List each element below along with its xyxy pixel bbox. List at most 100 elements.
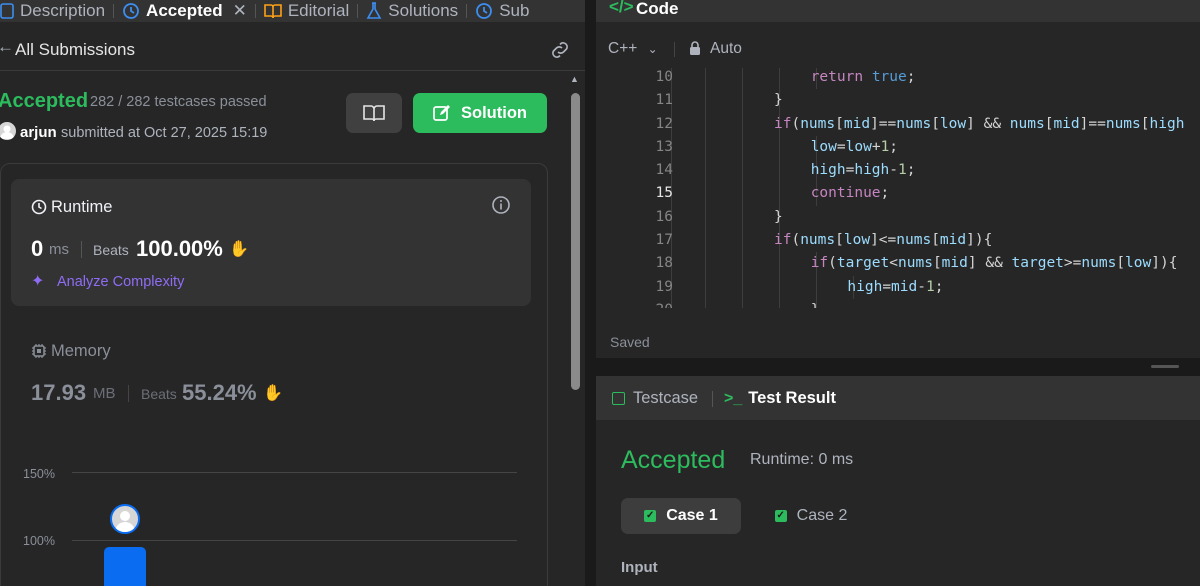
edit-icon — [433, 105, 450, 121]
code-line[interactable]: 19 high=mid-1; — [596, 275, 1200, 299]
code-line[interactable]: 16} — [596, 205, 1200, 230]
indent-guide — [742, 298, 743, 308]
solution-button[interactable]: Solution — [413, 93, 547, 133]
tab-testcase-label: Testcase — [633, 389, 699, 407]
memory-beats-value: 55.24% — [182, 380, 257, 405]
panel-resizer[interactable] — [585, 0, 596, 586]
indent-guide — [816, 275, 817, 299]
history-icon — [123, 3, 139, 19]
chart-bar[interactable] — [104, 547, 146, 586]
code-line[interactable]: 13 low=low+1; — [596, 135, 1200, 160]
user-icon — [0, 125, 14, 139]
submission-panel: Description Accepted ✕ Editorial Solutio… — [0, 0, 585, 586]
solution-button-label: Solution — [461, 103, 527, 122]
save-status: Saved — [610, 334, 650, 350]
analyze-complexity-link[interactable]: Analyze Complexity — [57, 274, 184, 290]
testcases-passed: 282 / 282 testcases passed — [90, 94, 267, 110]
code-line[interactable]: 15 continue; — [596, 182, 1200, 206]
tab-testcase[interactable]: Testcase — [612, 389, 698, 408]
tab-solutions[interactable]: Solutions — [358, 0, 466, 22]
chevron-down-icon: ⌄ — [647, 42, 658, 56]
code-title: Code — [636, 0, 679, 18]
tab-submissions-label: Sub — [499, 1, 530, 20]
horizontal-resizer[interactable] — [596, 358, 1200, 376]
all-submissions-link[interactable]: All Submissions — [15, 40, 135, 60]
indent-guide — [705, 135, 706, 160]
indent-guide — [742, 205, 743, 230]
lock-icon — [690, 41, 700, 55]
code-text: } — [774, 208, 783, 225]
indent-guide — [705, 159, 706, 183]
line-number: 12 — [655, 115, 673, 132]
indent-guide — [705, 275, 706, 299]
sparkle-icon: ✦ — [31, 273, 45, 290]
result-status: Accepted — [621, 446, 726, 474]
indent-guide — [742, 252, 743, 276]
left-tab-bar: Description Accepted ✕ Editorial Solutio… — [0, 0, 585, 22]
case-1-tab[interactable]: ✓ Case 1 — [621, 498, 741, 534]
code-line[interactable]: 12 if(nums[mid]==nums[low] && nums[mid]==… — [596, 112, 1200, 136]
indent-guide — [742, 275, 743, 299]
code-text: } — [774, 92, 783, 109]
case-2-tab[interactable]: ✓ Case 2 — [756, 498, 866, 534]
language-select[interactable]: C++ ⌄ — [608, 40, 658, 58]
scrollbar-thumb[interactable] — [571, 93, 580, 390]
code-line[interactable]: 17 if(nums[low]<=nums[mid]){ — [596, 229, 1200, 253]
code-line[interactable]: 18 if(target<nums[mid] && target>=nums[lo… — [596, 252, 1200, 276]
editorial-button[interactable] — [346, 93, 402, 133]
code-text: } — [811, 299, 820, 308]
book-icon — [363, 105, 385, 122]
line-number: 15 — [655, 185, 673, 202]
tab-solutions-label: Solutions — [388, 1, 459, 20]
memory-title[interactable]: Memory — [51, 342, 111, 361]
code-text: continue; — [810, 185, 890, 202]
document-icon — [0, 3, 14, 19]
line-number: 11 — [655, 92, 673, 109]
scroll-up-arrow[interactable]: ▲ — [570, 74, 579, 84]
line-number: 16 — [655, 208, 673, 225]
mode-label[interactable]: Auto — [710, 40, 742, 58]
bottom-tab-bar: Testcase >_ Test Result — [596, 376, 1200, 420]
close-tab-icon[interactable]: ✕ — [233, 1, 247, 21]
tab-accepted[interactable]: Accepted ✕ — [114, 0, 255, 22]
indent-guide — [779, 135, 780, 160]
your-submission-avatar[interactable] — [110, 504, 140, 534]
tab-description-label: Description — [20, 1, 106, 20]
book-icon — [264, 4, 282, 19]
resizer-handle — [1151, 365, 1179, 368]
tab-description[interactable]: Description — [0, 0, 113, 22]
line-number: 20 — [596, 299, 673, 308]
tool-divider — [674, 42, 675, 57]
tab-test-result[interactable]: >_ Test Result — [724, 389, 836, 408]
line-number: 17 — [655, 232, 673, 249]
submitter-username[interactable]: arjun — [20, 124, 57, 141]
memory-beats-label: Beats — [141, 386, 177, 402]
code-text: if(nums[low]<=nums[mid]){ — [774, 232, 993, 249]
code-text: high=high-1; — [810, 162, 916, 179]
tab-editorial[interactable]: Editorial — [256, 0, 357, 22]
tab-accepted-label: Accepted — [146, 1, 223, 20]
checkmark-icon: ✓ — [644, 510, 657, 522]
runtime-card[interactable]: Runtime 0 ms Beats 100.00% ✋ ✦ Analyze C… — [11, 179, 531, 306]
line-number: 18 — [655, 255, 673, 272]
code-line[interactable]: 11} — [596, 89, 1200, 113]
clap-icon: ✋ — [263, 385, 283, 402]
language-label: C++ — [608, 40, 638, 57]
case-1-label: Case 1 — [666, 507, 718, 524]
back-arrow-icon[interactable]: ← — [0, 37, 14, 57]
code-line[interactable]: 14 high=high-1; — [596, 159, 1200, 183]
code-line[interactable]: 10 return true; — [596, 68, 1200, 90]
code-line[interactable]: 20} — [596, 298, 1200, 308]
indent-guide — [779, 252, 780, 276]
tab-editorial-label: Editorial — [287, 1, 350, 20]
avatar — [0, 122, 16, 140]
indent-guide — [705, 68, 706, 90]
code-editor[interactable]: 10 return true; 11} 12 if(nums[mid]==nums[lo… — [596, 68, 1200, 308]
info-icon[interactable] — [491, 195, 511, 215]
line-number: 14 — [655, 162, 673, 179]
code-text: low=low+1; — [810, 138, 899, 155]
runtime-title: Runtime — [51, 198, 113, 216]
case-2-label: Case 2 — [796, 507, 848, 524]
tab-submissions[interactable]: Sub — [467, 0, 537, 22]
link-icon[interactable] — [549, 40, 571, 60]
